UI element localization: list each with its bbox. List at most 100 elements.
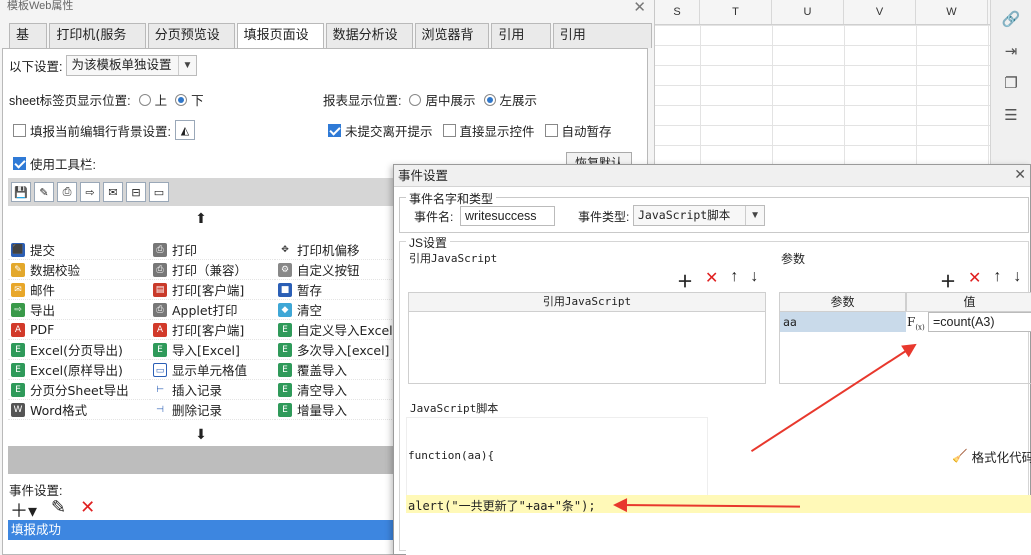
btn-item-label: 数据校验 <box>30 263 81 278</box>
radio-top[interactable] <box>138 93 151 106</box>
tab-data-analysis[interactable]: 数据分析设置 <box>325 23 413 67</box>
save-draft-icon: ■ <box>278 282 292 297</box>
save-icon[interactable]: 💾 <box>11 182 31 202</box>
client-print-icon: A <box>153 322 167 337</box>
radio-center[interactable] <box>409 93 422 106</box>
autosave-checkbox[interactable] <box>544 124 558 137</box>
print-icon: ⎙ <box>153 242 167 257</box>
column-header-w[interactable]: W <box>916 0 988 24</box>
btn-item[interactable]: ⚙ 自定义按钮 <box>275 260 394 280</box>
btn-item[interactable]: ▤ 打印[客户端] <box>150 280 275 300</box>
check-icon[interactable]: ✎ <box>34 182 54 202</box>
btn-item[interactable]: ⇨ 导出 <box>8 300 150 320</box>
tab-basic[interactable]: 基本 <box>9 23 48 67</box>
print-icon[interactable]: ⎙ <box>57 182 77 202</box>
btn-item[interactable]: E Excel(分页导出) <box>8 340 150 360</box>
use-toolbar-label: 使用工具栏: <box>30 158 96 172</box>
radio-bottom[interactable] <box>175 93 188 106</box>
mail-icon: ✉ <box>11 282 25 297</box>
move-down-arrow-icon[interactable]: ⬇ <box>8 423 394 445</box>
btn-item[interactable]: ✥ 打印机偏移 <box>275 240 394 260</box>
btn-item[interactable]: E 自定义导入Excel行 <box>275 320 394 340</box>
move-up-icon[interactable]: ↑ <box>730 268 738 292</box>
add-icon[interactable]: ＋ <box>677 268 693 292</box>
paint-bucket-icon[interactable]: ◭ <box>174 120 195 140</box>
btn-item[interactable]: ⎙ 打印（兼容） <box>150 260 275 280</box>
column-header-u[interactable]: U <box>772 0 844 24</box>
close-icon[interactable]: ✕ <box>633 0 646 16</box>
event-name-label: 事件名: <box>414 210 454 224</box>
btn-item[interactable]: A 打印[客户端] <box>150 320 275 340</box>
btn-item[interactable]: ⊢ 插入记录 <box>150 380 275 400</box>
btn-item[interactable]: W Word格式 <box>8 400 150 420</box>
option-checkboxes: 未提交离开提示 直接显示控件 自动暂存 <box>328 121 612 140</box>
import-icon[interactable]: ⇥ <box>1000 40 1022 62</box>
settings-select-value: 为该模板单独设置 <box>71 58 172 72</box>
btn-item[interactable]: ✎ 数据校验 <box>8 260 150 280</box>
btn-item[interactable]: E 增量导入 <box>275 400 394 420</box>
column-header-s[interactable]: S <box>655 0 700 24</box>
copy-icon[interactable]: ❐ <box>1000 72 1022 94</box>
btn-item[interactable]: E 分页分Sheet导出 <box>8 380 150 400</box>
btn-item[interactable]: ⎙ Applet打印 <box>150 300 275 320</box>
unsubmitted-checkbox[interactable] <box>328 124 341 137</box>
formula-icon[interactable]: F(x) <box>907 312 927 332</box>
fill-bg-checkbox[interactable] <box>13 123 26 137</box>
btn-item[interactable]: ⎙ 打印 <box>150 240 275 260</box>
btn-item[interactable]: ◆ 清空 <box>275 300 394 320</box>
btn-item[interactable]: E 导入[Excel] <box>150 340 275 360</box>
btn-item[interactable]: A PDF <box>8 320 150 340</box>
params-label: 参数 <box>781 252 806 266</box>
export-icon[interactable]: ⇨ <box>80 182 100 202</box>
link-icon[interactable]: 🔗 <box>1000 8 1022 30</box>
direct-show-checkbox[interactable] <box>442 124 456 137</box>
script-signature: function(aa){ <box>408 449 495 462</box>
add-icon[interactable]: ＋ <box>940 268 956 292</box>
tab-ref-js[interactable]: 引用JavaScript <box>552 23 653 67</box>
btn-item-label: 增量导入 <box>297 403 348 418</box>
close-icon[interactable]: ✕ <box>1014 166 1026 183</box>
format-code-button[interactable]: 🧹 格式化代码 <box>952 447 1031 466</box>
code-editor[interactable] <box>406 513 1031 555</box>
tree-icon[interactable]: ☰ <box>1000 104 1022 126</box>
btn-item[interactable]: ✉ 邮件 <box>8 280 150 300</box>
param-name-cell[interactable]: aa <box>780 312 906 332</box>
column-header-t[interactable]: T <box>700 0 772 24</box>
tree-icon[interactable]: ⊟ <box>126 182 146 202</box>
btn-item[interactable]: ⬛ 提交 <box>8 240 150 260</box>
move-up-icon[interactable]: ↑ <box>993 268 1001 292</box>
delete-icon[interactable]: ✕ <box>705 268 718 292</box>
event-name-input[interactable]: writesuccess <box>460 206 555 226</box>
btn-item[interactable]: ⊣ 删除记录 <box>150 400 275 420</box>
column-header-v[interactable]: V <box>844 0 916 24</box>
btn-item-label: PDF <box>30 322 55 337</box>
btn-item[interactable]: E Excel(原样导出) <box>8 360 150 380</box>
settings-select[interactable]: 为该模板单独设置 ▼ <box>66 55 198 76</box>
event-list-item[interactable]: 填报成功 <box>8 520 394 540</box>
btn-item[interactable]: ▭ 显示单元格值 <box>150 360 275 380</box>
move-down-icon[interactable]: ↓ <box>750 268 758 292</box>
tab-ref-css[interactable]: 引用Css <box>491 23 551 67</box>
param-value-input[interactable]: =count(A3) <box>928 312 1031 332</box>
eraser-icon: ◆ <box>278 302 292 317</box>
mail-icon[interactable]: ✉ <box>103 182 123 202</box>
move-up-arrow-icon[interactable]: ⬆ <box>8 207 394 229</box>
radio-left[interactable] <box>483 93 496 106</box>
use-toolbar-checkbox[interactable] <box>13 157 26 170</box>
move-down-icon[interactable]: ↓ <box>1013 268 1021 292</box>
report-pos-label: 报表显示位置: <box>323 94 402 108</box>
btn-item[interactable]: E 清空导入 <box>275 380 394 400</box>
delete-icon[interactable]: ✕ <box>968 268 981 292</box>
btn-item[interactable]: E 多次导入[excel] <box>275 340 394 360</box>
submit-icon: ⬛ <box>11 242 25 257</box>
chevron-down-icon: ▼ <box>745 206 760 225</box>
btn-item[interactable]: E 覆盖导入 <box>275 360 394 380</box>
tab-page-preview[interactable]: 分页预览设置 <box>147 23 235 67</box>
tab-fill-page[interactable]: 填报页面设置 <box>236 23 324 67</box>
btn-item-label: 清空导入 <box>297 383 348 398</box>
event-type-select[interactable]: JavaScript脚本 ▼ <box>633 205 765 226</box>
tab-browser-bg[interactable]: 浏览器背景 <box>414 23 490 67</box>
tab-printer-server[interactable]: 打印机(服务器) <box>49 23 146 67</box>
btn-item[interactable]: ■ 暂存 <box>275 280 394 300</box>
window-icon[interactable]: ▭ <box>149 182 169 202</box>
